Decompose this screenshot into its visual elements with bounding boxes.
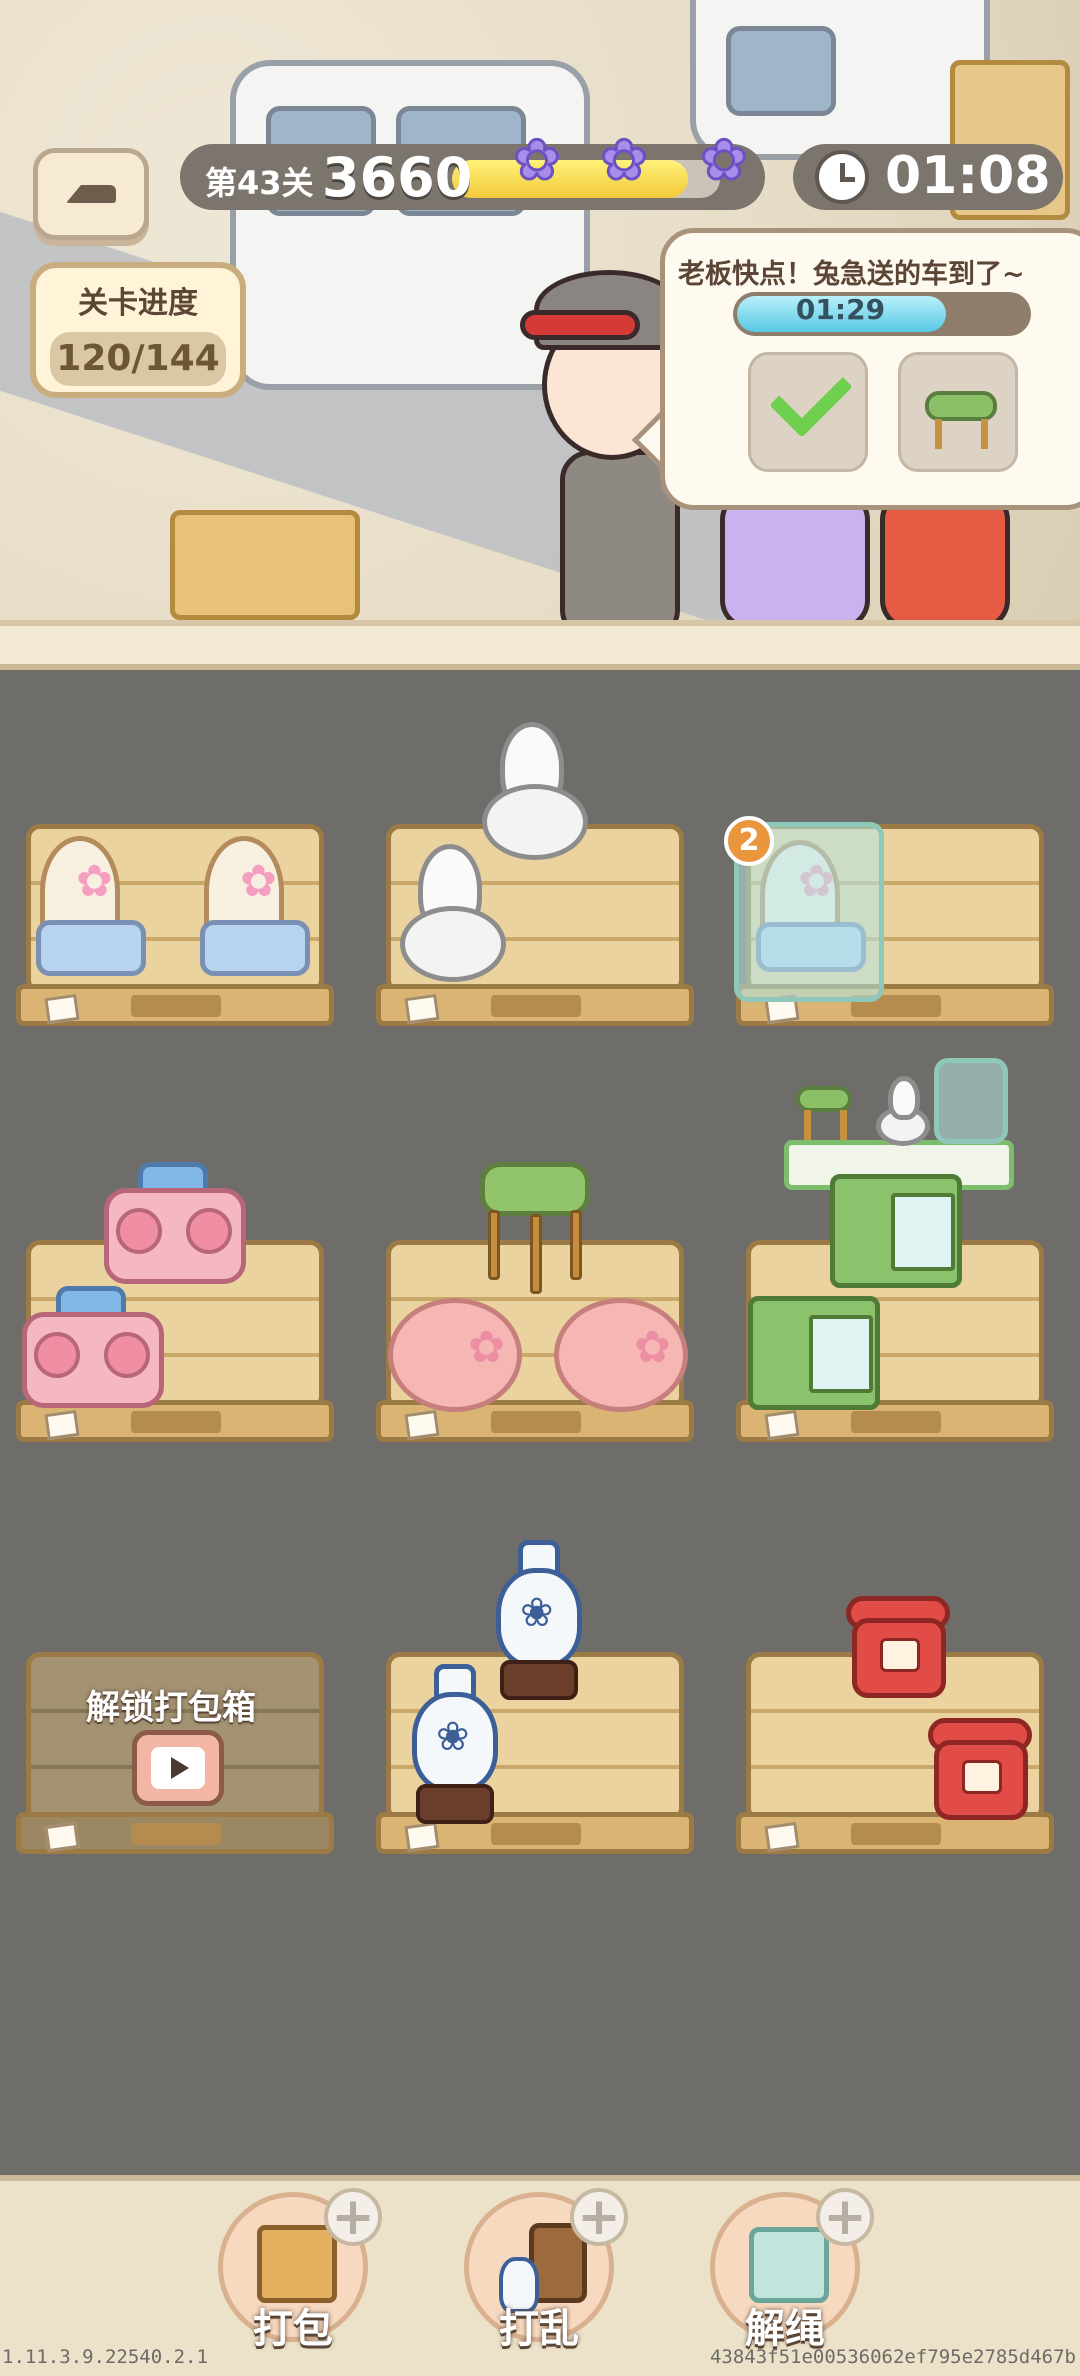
green-cabinet[interactable] <box>830 1174 970 1294</box>
pink-ottoman[interactable]: ✿ <box>554 1298 694 1418</box>
blue-white-vase[interactable]: ❀ <box>410 1664 500 1834</box>
rattan-chair[interactable]: ✿ <box>200 836 320 1006</box>
watch-video-button[interactable] <box>132 1730 224 1806</box>
back-button[interactable] <box>33 148 149 240</box>
rattan-chair[interactable]: ✿ <box>36 836 156 1006</box>
play-icon <box>171 1757 189 1779</box>
level-progress-title: 关卡进度 <box>78 286 198 321</box>
star-icon-1: ✿ <box>512 126 562 194</box>
red-phone[interactable] <box>844 1596 954 1706</box>
blue-white-vase[interactable]: ❀ <box>494 1540 584 1710</box>
shuffle-plus-icon[interactable]: + <box>570 2188 628 2246</box>
clock-icon <box>815 150 869 204</box>
green-cabinet[interactable] <box>748 1296 888 1416</box>
pink-ottoman[interactable]: ✿ <box>388 1298 528 1418</box>
order-slot-done <box>748 352 868 472</box>
version-text: 1.11.3.9.22540.2.1 <box>2 2346 208 2368</box>
toilet[interactable] <box>398 844 518 1004</box>
score-value: 3660 <box>322 146 473 209</box>
order-message: 老板快点！兔急送的车到了~ <box>678 259 1025 290</box>
red-phone[interactable] <box>926 1718 1036 1828</box>
box-icon <box>257 2225 337 2303</box>
untie-icon <box>749 2227 829 2303</box>
cargo-crate <box>170 510 360 620</box>
order-slot-stool <box>898 352 1018 472</box>
unlock-box-label: 解锁打包箱 <box>86 1688 256 1728</box>
pink-radio[interactable] <box>22 1286 172 1416</box>
shuffle-tool-label: 打乱 <box>499 2306 579 2352</box>
level-label: 第43关 <box>205 164 314 202</box>
timer-value: 01:08 <box>885 146 1051 206</box>
star-progress-track <box>452 160 720 198</box>
pink-radio[interactable] <box>104 1162 254 1292</box>
untie-plus-icon[interactable]: + <box>816 2188 874 2246</box>
order-timer-value: 01:29 <box>795 293 886 326</box>
pack-tool-label: 打包 <box>253 2306 333 2352</box>
check-icon <box>769 354 853 438</box>
level-progress-card: 关卡进度 120/144 <box>30 262 246 398</box>
build-id-text: 43843f51e00536062ef795e2785d467b <box>709 2346 1076 2368</box>
stack-count-badge: 2 <box>724 816 774 866</box>
pack-plus-icon[interactable]: + <box>324 2188 382 2246</box>
scene-divider <box>0 620 1080 670</box>
back-arrow-icon <box>66 185 116 203</box>
level-progress-value: 120/144 <box>50 332 226 386</box>
star-icon-3: ✿ <box>699 126 749 194</box>
green-stool[interactable] <box>478 1162 598 1302</box>
star-icon-2: ✿ <box>599 126 649 194</box>
